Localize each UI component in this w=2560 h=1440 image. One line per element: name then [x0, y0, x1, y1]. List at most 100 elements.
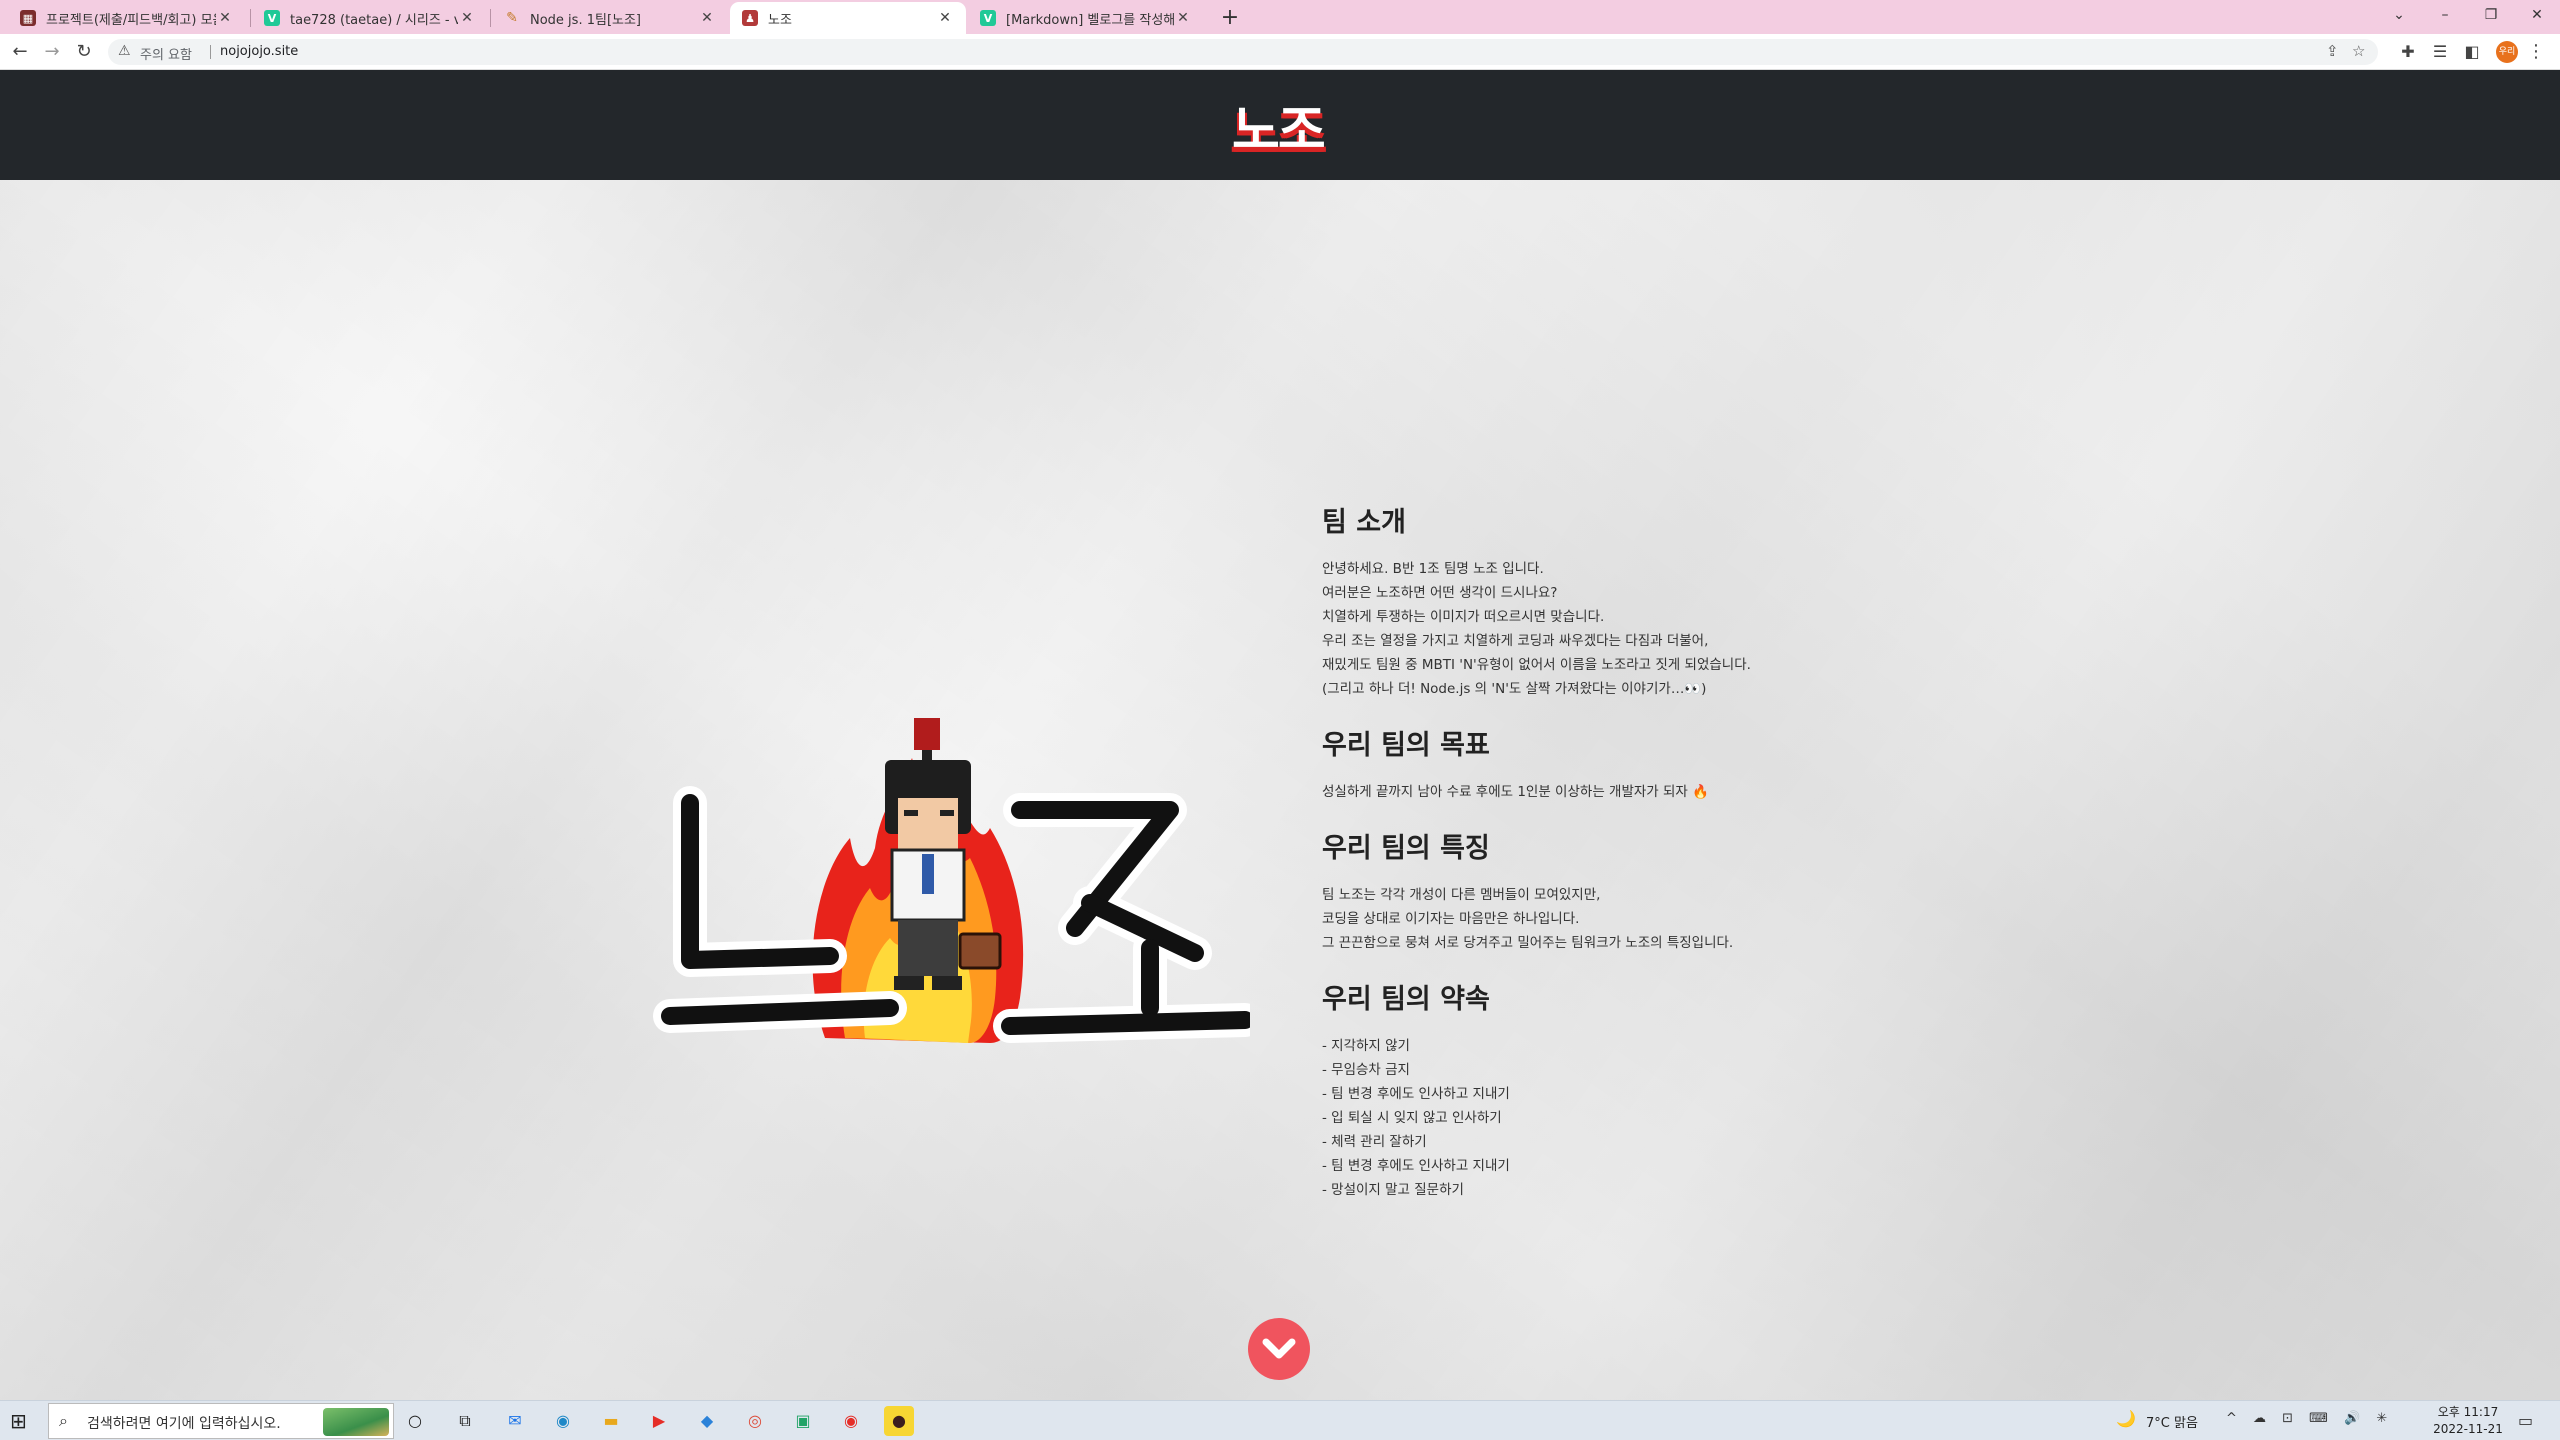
para-line: - 팀 변경 후에도 인사하고 지내기	[1322, 1086, 1510, 1102]
hero-illustration	[653, 718, 1250, 1043]
para-line: - 입 퇴실 시 잊지 않고 인사하기	[1322, 1110, 1502, 1126]
para-line: - 팀 변경 후에도 인사하고 지내기	[1322, 1158, 1510, 1174]
para-line: - 체력 관리 잘하기	[1322, 1134, 1427, 1150]
briefcase	[958, 932, 1002, 970]
para-line: 안녕하세요. B반 1조 팀명 노조 입니다.	[1322, 561, 1544, 577]
browser-toolbar: ← → ↻ ⚠ 주의 요함 nojojojo.site ⇪ ☆ ✚ ☰ ◧ ⋮	[0, 34, 2560, 70]
kakaotalk-icon[interactable]: ●	[884, 1406, 914, 1436]
brush-stroke	[681, 794, 839, 969]
tab-1[interactable]: V tae728 (taetae) / 시리즈 - velog ✕	[252, 2, 488, 34]
tab-title: 프로젝트(제출/피드백/회고) 모음	[46, 12, 216, 28]
site-logo[interactable]: 노조	[1232, 88, 1326, 163]
close-icon[interactable]: ✕	[1174, 10, 1192, 26]
minimize-icon[interactable]: –	[2422, 0, 2468, 30]
pencil-icon: ✎	[506, 10, 518, 26]
profile-avatar[interactable]: 우리	[2496, 41, 2518, 63]
velog-icon: V	[264, 10, 280, 26]
search-placeholder: 검색하려면 여기에 입력하십시오.	[87, 1416, 281, 1432]
windows-taskbar: ⊞ ⌕ 검색하려면 여기에 입력하십시오. ○ ⧉ ✉ ◉ ▬ ▶ ◆ ◎ ▣ …	[0, 1400, 2560, 1440]
notification-icon[interactable]: ▭	[2518, 1411, 2533, 1430]
file-explorer-icon[interactable]: ▬	[596, 1406, 626, 1436]
close-icon[interactable]: ✕	[216, 10, 234, 26]
system-tray-icons[interactable]: ^ ☁ ⊡ ⌨ 🔊 ✳	[2226, 1411, 2393, 1426]
menu-dots-icon[interactable]: ⋮	[2522, 38, 2550, 66]
warning-icon: ⚠	[118, 43, 131, 59]
restore-icon[interactable]: ❐	[2468, 0, 2514, 30]
tab-divider	[250, 9, 251, 27]
address-bar[interactable]: ⚠ 주의 요함 nojojojo.site ⇪ ☆	[108, 39, 2378, 65]
para-line: 치열하게 투쟁하는 이미지가 떠오르시면 맞습니다.	[1322, 609, 1605, 625]
section-team-goal: 우리 팀의 목표 성실하게 끝까지 남아 수료 후에도 1인분 이상하는 개발자…	[1322, 723, 2022, 804]
para-line: 성실하게 끝까지 남아 수료 후에도 1인분 이상하는 개발자가 되자 🔥	[1322, 784, 1709, 800]
tab-title: tae728 (taetae) / 시리즈 - velog	[290, 12, 458, 28]
section-team-intro: 팀 소개 안녕하세요. B반 1조 팀명 노조 입니다. 여러분은 노조하면 어…	[1322, 500, 2022, 701]
chrome-icon[interactable]: ◎	[740, 1406, 770, 1436]
window-close-icon[interactable]: ✕	[2514, 0, 2560, 30]
pycharm-icon[interactable]: ▣	[788, 1406, 818, 1436]
para-line: 코딩을 상대로 이기자는 마음만은 하나입니다.	[1322, 911, 1580, 927]
section-title: 우리 팀의 약속	[1322, 984, 1490, 1015]
omnibox-divider	[210, 45, 211, 59]
section-team-promise: 우리 팀의 약속 - 지각하지 않기 - 무임승차 금지 - 팀 변경 후에도 …	[1322, 977, 2022, 1202]
reload-icon[interactable]: ↻	[70, 38, 98, 66]
tab-title: [Markdown] 벨로그를 작성해보자	[1006, 12, 1174, 28]
back-arrow-icon[interactable]: ←	[6, 38, 34, 66]
extensions-icon[interactable]: ✚	[2394, 38, 2422, 66]
brush-stroke	[661, 999, 899, 1025]
star-icon[interactable]: ☆	[2352, 42, 2365, 60]
vscode-icon[interactable]: ◆	[692, 1406, 722, 1436]
tab-search-chevron-icon[interactable]: ⌄	[2376, 0, 2422, 30]
new-tab-button[interactable]: +	[1216, 4, 1244, 32]
section-title: 우리 팀의 목표	[1322, 730, 1490, 761]
para-line: 팀 노조는 각각 개성이 다른 멤버들이 모여있지만,	[1322, 887, 1601, 903]
para-line: - 지각하지 않기	[1322, 1038, 1410, 1054]
para-line: 그 끈끈함으로 뭉쳐 서로 당겨주고 밀어주는 팀워크가 노조의 특징입니다.	[1322, 935, 1734, 951]
close-icon[interactable]: ✕	[936, 10, 954, 26]
tab-title: Node js. 1팀[노조]	[530, 12, 642, 28]
share-icon[interactable]: ⇪	[2326, 42, 2339, 60]
web-page: 노조 팀 소개 안녕하세요. B반 1조 팀명 노조 입니다. 여러분은 노조하…	[0, 70, 2560, 1400]
youtube-music-icon[interactable]: ◉	[836, 1406, 866, 1436]
para-line: 재밌게도 팀원 중 MBTI 'N'유형이 없어서 이름을 노조라고 짓게 되었…	[1322, 657, 1751, 673]
clock-date: 2022-11-21	[2433, 1422, 2503, 1436]
youtube-icon[interactable]: ▶	[644, 1406, 674, 1436]
chevron-down-icon	[1262, 1338, 1296, 1359]
taskbar-search-box[interactable]: ⌕ 검색하려면 여기에 입력하십시오.	[48, 1403, 394, 1439]
forward-arrow-icon[interactable]: →	[38, 38, 66, 66]
tab-3-active[interactable]: ♟ 노조 ✕	[730, 2, 966, 34]
mail-icon[interactable]: ✉	[500, 1406, 530, 1436]
notion-icon: ▦	[20, 10, 36, 26]
clock-time: 오후 11:17	[2437, 1405, 2499, 1419]
weather-icon[interactable]: 🌙	[2116, 1409, 2136, 1428]
tab-2[interactable]: ✎ Node js. 1팀[노조] ✕	[492, 2, 728, 34]
cortana-icon[interactable]: ○	[400, 1406, 430, 1436]
search-icon: ⌕	[59, 1411, 68, 1430]
topknot	[914, 718, 940, 750]
para-line: - 망설이지 말고 질문하기	[1322, 1182, 1464, 1198]
scroll-down-button[interactable]	[1248, 1318, 1310, 1380]
side-panel-icon[interactable]: ◧	[2458, 38, 2486, 66]
character-pants	[898, 920, 958, 976]
tab-4[interactable]: V [Markdown] 벨로그를 작성해보자 ✕	[968, 2, 1204, 34]
tab-divider	[490, 9, 491, 27]
section-team-traits: 우리 팀의 특징 팀 노조는 각각 개성이 다른 멤버들이 모여있지만, 코딩을…	[1322, 826, 2022, 955]
security-warning[interactable]: 주의 요함	[140, 44, 192, 63]
edge-icon[interactable]: ◉	[548, 1406, 578, 1436]
url-text[interactable]: nojojojo.site	[220, 44, 298, 59]
character-tie	[922, 854, 934, 894]
close-icon[interactable]: ✕	[698, 10, 716, 26]
reading-list-icon[interactable]: ☰	[2426, 38, 2454, 66]
team-intro-content: 팀 소개 안녕하세요. B반 1조 팀명 노조 입니다. 여러분은 노조하면 어…	[1322, 500, 2022, 1224]
para-line: (그리고 하나 더! Node.js 의 'N'도 살짝 가져왔다는 이야기가……	[1322, 681, 1707, 697]
close-icon[interactable]: ✕	[458, 10, 476, 26]
weather-text[interactable]: 7°C 맑음	[2146, 1412, 2198, 1431]
tab-strip: ▦ 프로젝트(제출/피드백/회고) 모음 ✕ V tae728 (taetae)…	[0, 0, 2560, 34]
para-line: 여러분은 노조하면 어떤 생각이 드시나요?	[1322, 585, 1558, 601]
brush-stroke	[1001, 1011, 1250, 1035]
tab-0[interactable]: ▦ 프로젝트(제출/피드백/회고) 모음 ✕	[8, 2, 246, 34]
section-title: 팀 소개	[1322, 507, 1406, 538]
taskbar-clock[interactable]: 오후 11:17 2022-11-21	[2428, 1404, 2508, 1438]
windows-start-icon[interactable]: ⊞	[10, 1409, 27, 1433]
task-view-icon[interactable]: ⧉	[450, 1406, 480, 1436]
velog-icon: V	[980, 10, 996, 26]
